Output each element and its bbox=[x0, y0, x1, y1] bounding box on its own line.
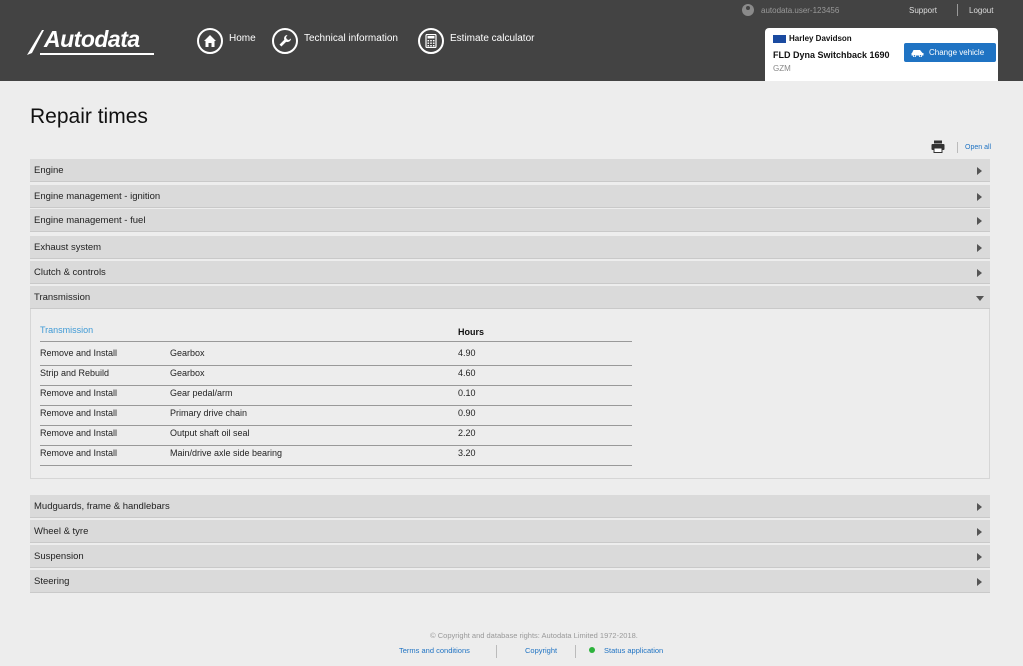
username: autodata.user-123456 bbox=[761, 5, 840, 15]
part-cell: Main/drive axle side bearing bbox=[170, 448, 283, 458]
print-icon[interactable] bbox=[931, 140, 945, 153]
change-vehicle-button[interactable]: Change vehicle bbox=[904, 43, 996, 62]
calculator-icon bbox=[418, 28, 444, 54]
operation-cell: Remove and Install bbox=[40, 448, 118, 458]
status-application-link[interactable]: Status application bbox=[604, 646, 663, 655]
part-cell: Primary drive chain bbox=[170, 408, 248, 418]
part-cell: Gearbox bbox=[170, 348, 205, 358]
chevron-down-icon bbox=[976, 296, 984, 301]
chevron-right-icon bbox=[977, 217, 982, 225]
change-vehicle-label: Change vehicle bbox=[929, 48, 985, 57]
part-cell: Output shaft oil seal bbox=[170, 428, 250, 438]
section-engine[interactable]: Engine bbox=[30, 159, 990, 182]
table-row: Remove and Install Gear pedal/arm 0.10 bbox=[40, 385, 632, 404]
chevron-right-icon bbox=[977, 578, 982, 586]
user-account[interactable]: autodata.user-123456 bbox=[742, 4, 839, 16]
hours-cell: 2.20 bbox=[458, 428, 476, 438]
chevron-right-icon bbox=[977, 528, 982, 536]
nav-home[interactable]: Home bbox=[197, 27, 256, 55]
section-clutch-controls[interactable]: Clutch & controls bbox=[30, 261, 990, 284]
footer-divider bbox=[496, 645, 497, 658]
section-label: Transmission bbox=[34, 291, 91, 303]
hours-cell: 0.90 bbox=[458, 408, 476, 418]
hours-cell: 3.20 bbox=[458, 448, 476, 458]
operation-cell: Remove and Install bbox=[40, 408, 118, 418]
nav-estimate-calculator-label: Estimate calculator bbox=[450, 32, 535, 44]
home-icon bbox=[197, 28, 223, 54]
section-steering[interactable]: Steering bbox=[30, 570, 990, 593]
copyright-link[interactable]: Copyright bbox=[525, 646, 557, 655]
table-row: Remove and Install Primary drive chain 0… bbox=[40, 405, 632, 424]
section-mudguards-frame-handlebars[interactable]: Mudguards, frame & handlebars bbox=[30, 495, 990, 518]
section-label: Engine management - ignition bbox=[34, 190, 161, 202]
section-suspension[interactable]: Suspension bbox=[30, 545, 990, 568]
terms-link[interactable]: Terms and conditions bbox=[399, 646, 470, 655]
status-indicator bbox=[589, 647, 595, 653]
hours-column-header: Hours bbox=[458, 327, 485, 337]
page-title: Repair times bbox=[30, 105, 148, 128]
open-all-link[interactable]: Open all bbox=[965, 144, 991, 151]
section-label: Engine bbox=[34, 164, 64, 176]
part-cell: Gear pedal/arm bbox=[170, 388, 233, 398]
eu-flag-icon bbox=[773, 35, 786, 43]
section-label: Clutch & controls bbox=[34, 266, 106, 278]
section-label: Wheel & tyre bbox=[34, 525, 89, 537]
hours-cell: 4.90 bbox=[458, 348, 476, 358]
hours-cell: 0.10 bbox=[458, 388, 476, 398]
section-wheel-tyre[interactable]: Wheel & tyre bbox=[30, 520, 990, 543]
logout-link[interactable]: Logout bbox=[969, 6, 993, 15]
section-label: Mudguards, frame & handlebars bbox=[34, 500, 170, 512]
nav-technical-information-label: Technical information bbox=[304, 32, 398, 44]
hours-cell: 4.60 bbox=[458, 368, 476, 378]
table-rule bbox=[40, 465, 632, 466]
vehicle-make: Harley Davidson bbox=[789, 34, 852, 43]
section-transmission[interactable]: Transmission bbox=[30, 286, 990, 309]
nav-home-label: Home bbox=[229, 32, 256, 44]
table-row: Remove and Install Gearbox 4.90 bbox=[40, 345, 632, 364]
table-rule bbox=[40, 341, 632, 342]
chevron-right-icon bbox=[977, 503, 982, 511]
logo-underline bbox=[40, 53, 154, 55]
table-row: Strip and Rebuild Gearbox 4.60 bbox=[40, 365, 632, 384]
section-label: Engine management - fuel bbox=[34, 214, 146, 226]
support-link[interactable]: Support bbox=[909, 6, 937, 15]
section-label: Steering bbox=[34, 575, 70, 587]
section-engine-management-ignition[interactable]: Engine management - ignition bbox=[30, 185, 990, 208]
chevron-right-icon bbox=[977, 269, 982, 277]
section-engine-management-fuel[interactable]: Engine management - fuel bbox=[30, 209, 990, 232]
operation-cell: Remove and Install bbox=[40, 428, 118, 438]
wrench-icon bbox=[272, 28, 298, 54]
vehicle-card: Harley Davidson FLD Dyna Switchback 1690… bbox=[765, 28, 998, 81]
toolbar-divider bbox=[957, 142, 958, 153]
car-icon bbox=[911, 50, 924, 57]
footer-divider bbox=[575, 645, 576, 658]
part-cell: Gearbox bbox=[170, 368, 205, 378]
logo-text: Autodata bbox=[44, 26, 140, 52]
chevron-right-icon bbox=[977, 167, 982, 175]
copyright-text: © Copyright and database rights: Autodat… bbox=[430, 631, 638, 640]
table-row: Remove and Install Main/drive axle side … bbox=[40, 445, 632, 464]
user-icon bbox=[742, 4, 754, 16]
nav-estimate-calculator[interactable]: Estimate calculator bbox=[418, 27, 534, 55]
autodata-logo[interactable]: Autodata bbox=[26, 26, 154, 56]
operation-cell: Remove and Install bbox=[40, 348, 118, 358]
transmission-panel: Transmission Hours Remove and Install Ge… bbox=[30, 309, 990, 479]
section-label: Suspension bbox=[34, 550, 84, 562]
chevron-right-icon bbox=[977, 244, 982, 252]
section-exhaust-system[interactable]: Exhaust system bbox=[30, 236, 990, 259]
topbar-divider bbox=[957, 4, 958, 16]
table-row: Remove and Install Output shaft oil seal… bbox=[40, 425, 632, 444]
chevron-right-icon bbox=[977, 553, 982, 561]
vehicle-model: FLD Dyna Switchback 1690 bbox=[773, 50, 890, 60]
operation-cell: Remove and Install bbox=[40, 388, 118, 398]
vehicle-code: GZM bbox=[773, 64, 791, 73]
header: Autodata Home Technical information Esti… bbox=[0, 0, 1023, 81]
section-label: Exhaust system bbox=[34, 241, 102, 253]
operation-cell: Strip and Rebuild bbox=[40, 368, 110, 378]
transmission-subtitle[interactable]: Transmission bbox=[40, 325, 93, 335]
nav-technical-information[interactable]: Technical information bbox=[272, 27, 398, 55]
chevron-right-icon bbox=[977, 193, 982, 201]
